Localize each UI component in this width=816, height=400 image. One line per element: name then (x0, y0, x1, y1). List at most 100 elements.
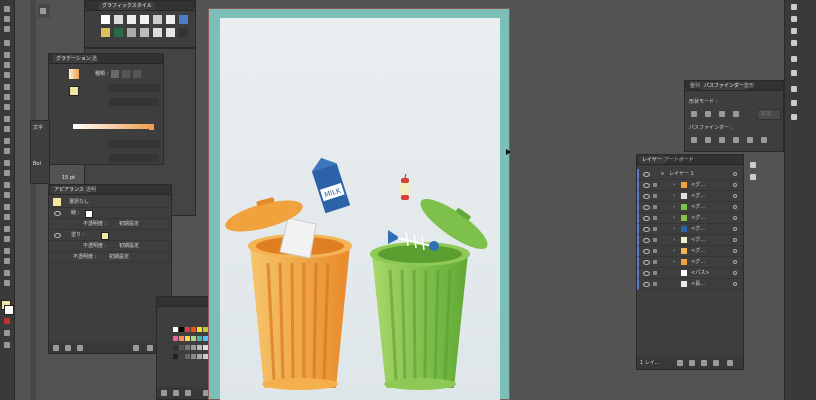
layer-expand-chevron[interactable]: v (661, 171, 664, 177)
color-swatch[interactable] (197, 327, 202, 332)
eye-icon[interactable] (643, 205, 650, 210)
gradient-preview[interactable] (69, 69, 79, 79)
tab-gradient[interactable]: グラデーション (53, 55, 94, 63)
add-stroke-icon[interactable] (53, 345, 59, 351)
type-tool-icon[interactable] (4, 52, 10, 58)
trim-button-icon[interactable] (705, 137, 711, 143)
gradient-angle-field[interactable] (109, 84, 159, 92)
expand-chevron-icon[interactable]: › (673, 226, 675, 232)
mesh-tool-icon[interactable] (4, 182, 10, 188)
color-swatch[interactable] (179, 336, 184, 341)
color-swatch[interactable] (173, 354, 178, 359)
color-swatch[interactable] (179, 354, 184, 359)
screen-mode-icon[interactable] (4, 342, 10, 348)
unite-button-icon[interactable] (691, 111, 697, 117)
outline-button-icon[interactable] (747, 137, 753, 143)
dock-icon-3[interactable] (791, 28, 797, 34)
opacity-value-3[interactable]: 初期設定 (109, 254, 129, 260)
appearance-row-opacity-2[interactable]: 不透明度 : 初期設定 (49, 241, 171, 252)
dock-icon-5[interactable] (791, 56, 797, 62)
layer-row[interactable]: › <グ... (637, 224, 743, 235)
slice-tool-icon[interactable] (4, 258, 10, 264)
color-swatch[interactable] (185, 354, 190, 359)
rectangle-tool-icon[interactable] (4, 72, 10, 78)
style-swatch-7[interactable] (179, 15, 188, 24)
tab-transform[interactable]: 変形 (741, 82, 757, 90)
lock-icon[interactable] (653, 205, 657, 209)
color-swatch[interactable] (191, 336, 196, 341)
expand-chevron-icon[interactable]: › (673, 215, 675, 221)
layer-row[interactable]: › <グ... (637, 246, 743, 257)
eye-icon[interactable] (643, 260, 650, 265)
style-swatch-4[interactable] (140, 15, 149, 24)
eyedropper-tool-icon[interactable] (4, 204, 10, 210)
expand-chevron-icon[interactable]: › (673, 248, 675, 254)
color-swatch[interactable] (185, 336, 190, 341)
lock-icon[interactable] (653, 282, 657, 286)
paintbrush-tool-icon[interactable] (4, 84, 10, 90)
appearance-row-opacity-1[interactable]: 不透明度 : 初期設定 (49, 219, 171, 230)
blend-tool-icon[interactable] (4, 214, 10, 220)
lock-icon[interactable] (653, 238, 657, 242)
left-dock-icon[interactable] (40, 8, 46, 14)
gradient-type-linear-button[interactable] (111, 70, 119, 78)
style-swatch-default[interactable] (101, 15, 110, 24)
lock-icon[interactable] (653, 183, 657, 187)
none-color-icon[interactable] (4, 318, 10, 324)
layer-row[interactable]: <長... (637, 279, 743, 290)
minus-front-button-icon[interactable] (705, 111, 711, 117)
gradient-type-radial-button[interactable] (122, 70, 130, 78)
eye-icon[interactable] (643, 238, 650, 243)
locate-object-icon[interactable] (677, 360, 683, 366)
dock-icon-9[interactable] (791, 114, 797, 120)
style-swatch-8[interactable] (101, 28, 110, 37)
layer-name-top[interactable]: レイヤー 1 (669, 171, 694, 177)
eye-icon[interactable] (643, 194, 650, 199)
dock-icon-4[interactable] (791, 40, 797, 46)
shape-builder-tool-icon[interactable] (4, 160, 10, 166)
layer-name[interactable]: <グ... (691, 204, 705, 210)
target-circle-icon[interactable] (733, 227, 737, 231)
gradient-tool-icon[interactable] (4, 192, 10, 198)
layer-row[interactable]: › <グ... (637, 213, 743, 224)
lock-icon[interactable] (653, 249, 657, 253)
gradient-stop-right[interactable] (149, 124, 154, 130)
new-layer-icon[interactable] (713, 360, 719, 366)
color-swatch[interactable] (191, 327, 196, 332)
lock-icon[interactable] (653, 194, 657, 198)
artwork[interactable]: MILK (220, 18, 500, 400)
eye-icon[interactable] (643, 216, 650, 221)
layer-name[interactable]: <グ... (691, 259, 705, 265)
target-circle-icon[interactable] (733, 249, 737, 253)
target-circle-icon[interactable] (733, 260, 737, 264)
appearance-row-opacity-3[interactable]: 不透明度 : 初期設定 (49, 252, 171, 263)
symbol-sprayer-tool-icon[interactable] (4, 226, 10, 232)
target-circle-icon[interactable] (733, 172, 737, 176)
stroke-color-swatch[interactable] (4, 305, 14, 315)
expand-chevron-icon[interactable]: › (673, 182, 675, 188)
style-swatch-11[interactable] (140, 28, 149, 37)
orange-trash-can[interactable] (248, 234, 352, 390)
layer-name[interactable]: <グ... (691, 215, 705, 221)
layer-name[interactable]: <グ... (691, 237, 705, 243)
exclude-button-icon[interactable] (733, 111, 739, 117)
hand-tool-icon[interactable] (4, 270, 10, 276)
fill-swatch[interactable] (101, 232, 109, 240)
color-swatch[interactable] (185, 327, 190, 332)
color-swatch[interactable] (173, 345, 178, 350)
draw-mode-icon[interactable] (4, 330, 10, 336)
expand-chevron-icon[interactable]: › (673, 237, 675, 243)
green-trash-can[interactable] (370, 242, 470, 390)
gradient-location-field[interactable] (109, 154, 159, 162)
layer-name[interactable]: <グ... (691, 226, 705, 232)
duplicate-item-icon[interactable] (147, 345, 153, 351)
eye-icon[interactable] (643, 249, 650, 254)
swatch-kinds-icon[interactable] (173, 390, 179, 396)
layer-row[interactable]: › <グ... (637, 257, 743, 268)
graph-tool-icon[interactable] (4, 236, 10, 242)
stroke-swatch[interactable] (85, 210, 93, 218)
swatch-libraries-icon[interactable] (161, 390, 167, 396)
gradient-aspect-field[interactable] (109, 98, 159, 106)
gradient-slider-bar[interactable] (73, 124, 151, 129)
lock-icon[interactable] (653, 260, 657, 264)
